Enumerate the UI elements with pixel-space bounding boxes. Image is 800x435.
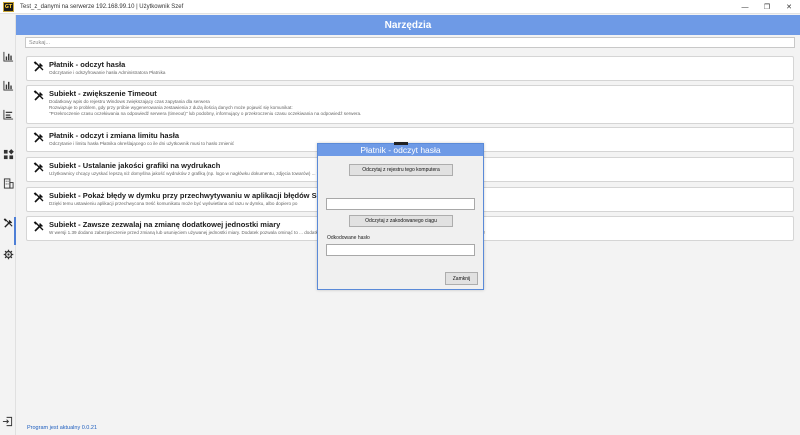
- maximize-button[interactable]: ❐: [756, 0, 778, 14]
- tools-icon: [33, 221, 44, 232]
- close-dialog-button[interactable]: Zamknij: [445, 272, 478, 285]
- read-encoded-button[interactable]: Odczytaj z zakodowanego ciągu: [349, 215, 453, 227]
- window-titlebar: GT Test_z_danymi na serwerze 192.168.99.…: [0, 0, 800, 14]
- minimize-button[interactable]: —: [734, 0, 756, 14]
- tool-description: Odczytanie i odszyfrowanie hasła Adminis…: [49, 70, 166, 75]
- sidebar-item-settings[interactable]: [2, 248, 14, 260]
- update-status: Program jest aktualny 0.0.21: [27, 425, 98, 431]
- apps-grid-icon: [3, 148, 14, 159]
- exit-icon: [2, 416, 13, 427]
- dialog-title: Płatnik - odczyt hasła: [318, 144, 483, 156]
- app-logo: GT: [3, 1, 14, 12]
- bar-chart-icon: [2, 80, 13, 91]
- tool-title: Płatnik - odczyt i zmiana limitu hasła: [49, 131, 180, 140]
- tools-icon: [3, 217, 13, 228]
- sidebar-item-apps[interactable]: [2, 148, 14, 160]
- tool-title: Subiekt - Zawsze zezwalaj na zmianę doda…: [49, 220, 281, 229]
- sidebar-active-indicator: [14, 217, 16, 245]
- tool-description: Dzięki temu ustawieniu aplikacji przechw…: [49, 201, 298, 206]
- tools-icon: [33, 192, 44, 203]
- close-window-button[interactable]: ✕: [778, 0, 800, 14]
- gear-icon: [3, 249, 13, 259]
- tools-icon: [33, 132, 44, 143]
- tool-title: Subiekt - Ustalanie jakości grafiki na w…: [49, 161, 221, 170]
- window-title: Test_z_danymi na serwerze 192.168.99.10 …: [20, 3, 184, 10]
- tool-subiekt-timeout[interactable]: Subiekt - zwiększenie Timeout Dodatkowy …: [26, 85, 794, 124]
- password-dialog: Płatnik - odczyt hasła Odczytaj z rejest…: [317, 142, 484, 290]
- page-title: Narzędzia: [384, 19, 432, 31]
- sidebar-item-reports[interactable]: [2, 108, 14, 120]
- tool-title: Subiekt - zwiększenie Timeout: [49, 89, 157, 98]
- tools-icon: [33, 162, 44, 173]
- encoded-string-field[interactable]: [326, 198, 475, 210]
- sidebar-item-stats-1[interactable]: [2, 50, 14, 62]
- tools-icon: [33, 61, 44, 72]
- sidebar: [0, 15, 16, 435]
- read-registry-button[interactable]: Odczytaj z rejestru tego komputera: [349, 164, 453, 176]
- tool-description: Dodatkowy wpis do rejestru Windows zwięk…: [49, 99, 362, 116]
- dialog-grip: [394, 142, 408, 145]
- bar-chart-icon: [2, 51, 13, 62]
- sidebar-item-tools[interactable]: [2, 217, 14, 229]
- building-icon: [3, 177, 14, 189]
- logout-button[interactable]: [2, 414, 14, 427]
- window-controls: — ❐ ✕: [734, 0, 800, 14]
- tool-title: Subiekt - Pokaż błędy w dymku przy przec…: [49, 191, 353, 200]
- tool-platnik-password[interactable]: Płatnik - odczyt hasła Odczytanie i odsz…: [26, 56, 794, 81]
- report-icon: [2, 109, 13, 120]
- search-input[interactable]: [25, 37, 795, 48]
- sidebar-item-stats-2[interactable]: [2, 79, 14, 91]
- tools-icon: [33, 90, 44, 101]
- page-header: Narzędzia: [16, 15, 800, 35]
- decoded-password-field[interactable]: [326, 244, 475, 256]
- sidebar-item-company[interactable]: [2, 177, 14, 189]
- decoded-password-label: Odkodowane hasło: [327, 235, 370, 241]
- tool-title: Płatnik - odczyt hasła: [49, 60, 126, 69]
- tool-description: Odczytanie i limitu hasła Płatnika okreś…: [49, 141, 235, 146]
